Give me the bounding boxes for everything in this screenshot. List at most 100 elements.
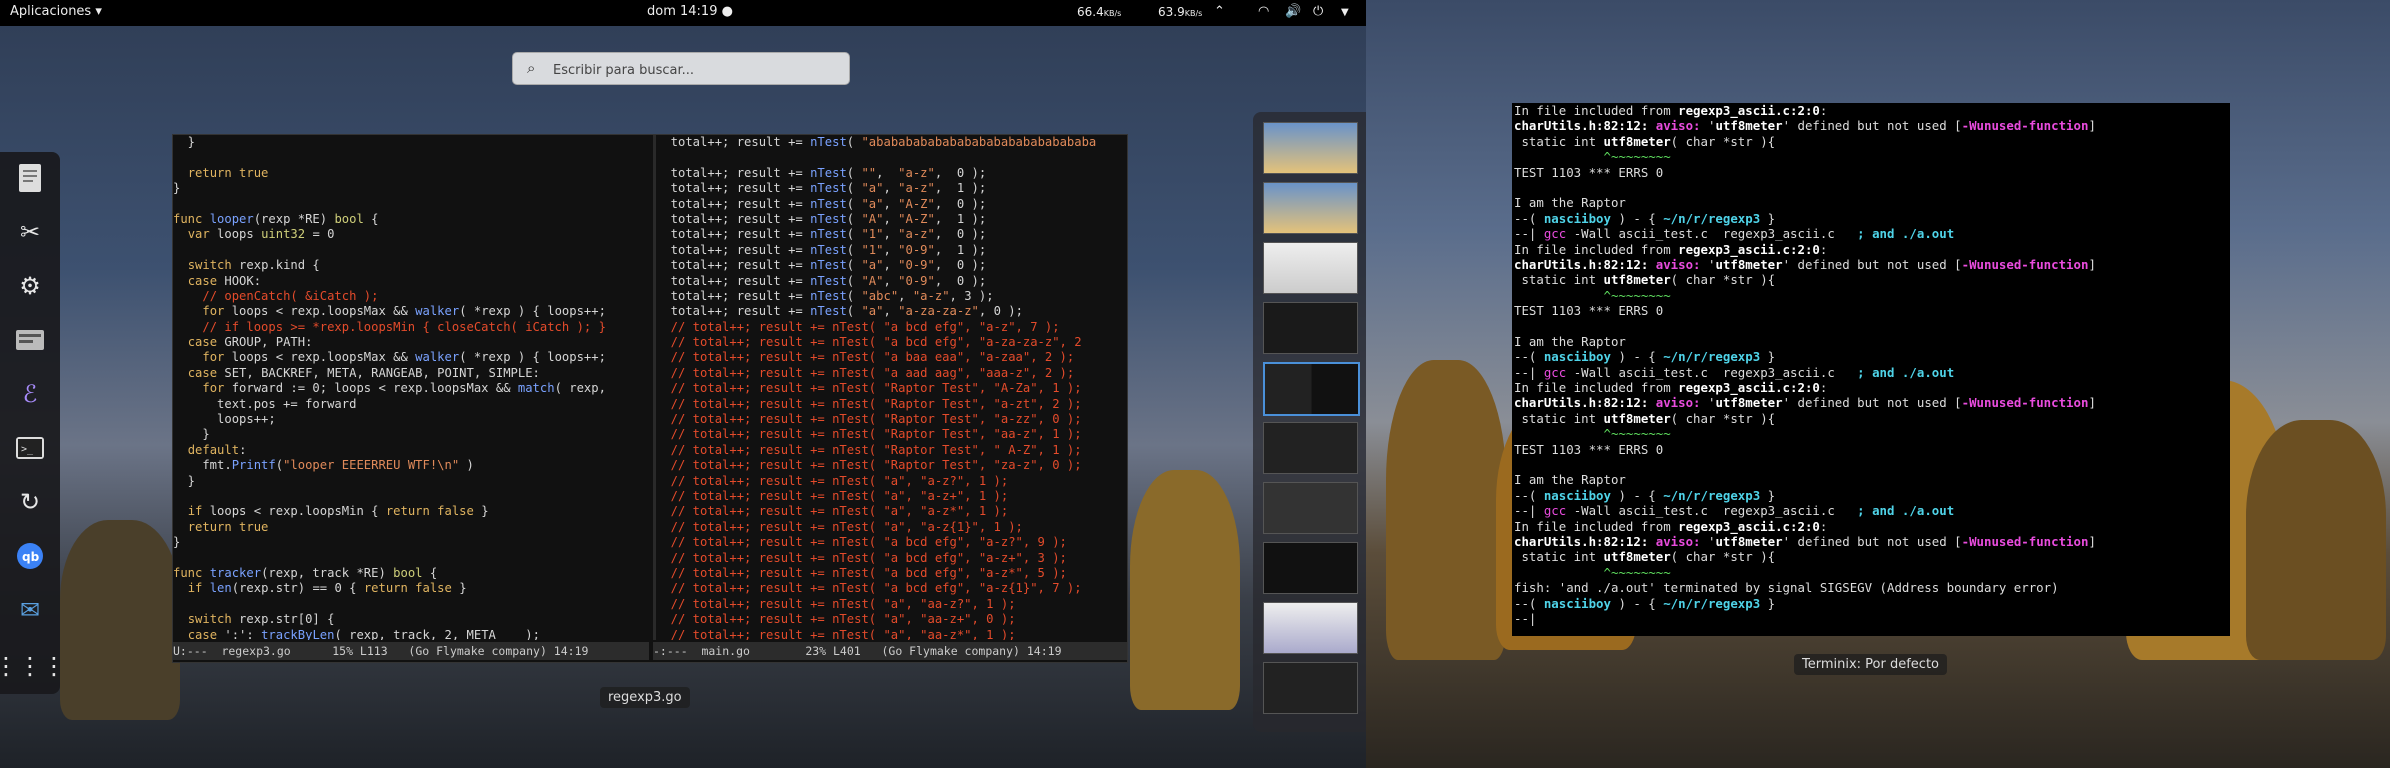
code-line: charUtils.h:82:12: aviso: 'utf8meter' de… bbox=[1512, 257, 2230, 272]
settings-icon[interactable]: ⚙ bbox=[12, 268, 48, 304]
volume-icon[interactable]: 🔊 bbox=[1285, 4, 1301, 19]
workspace-thumb[interactable] bbox=[1263, 422, 1358, 474]
code-token: ~/n/r/regexp3 bbox=[1663, 349, 1761, 365]
code-token: "A" bbox=[861, 211, 884, 226]
code-line: for loops < rexp.loopsMax && walker( *re… bbox=[173, 304, 649, 319]
text-editor-icon[interactable] bbox=[12, 160, 48, 196]
workspace-thumb-active[interactable] bbox=[1263, 362, 1360, 416]
code-token: var bbox=[187, 227, 210, 242]
wifi-icon[interactable]: ◠ bbox=[1258, 4, 1269, 19]
backup-icon[interactable]: ↻ bbox=[12, 484, 48, 520]
workspace-thumb[interactable] bbox=[1263, 242, 1358, 294]
code-line: var loops uint32 = 0 bbox=[173, 227, 649, 242]
chevron-down-icon[interactable]: ▼ bbox=[1341, 7, 1349, 18]
code-token: tracker bbox=[209, 565, 262, 580]
code-line: --( nasciiboy ) - { ~/n/r/regexp3 } bbox=[1512, 596, 2230, 611]
code-line: total++; result += nTest( "a", "a-z", 1 … bbox=[656, 181, 1130, 196]
code-token: // total++; result += nTest( "Raptor Tes… bbox=[656, 442, 1082, 457]
tools-icon[interactable]: ✂ bbox=[12, 214, 48, 250]
workspace-thumb[interactable] bbox=[1263, 662, 1358, 714]
applications-menu[interactable]: Aplicaciones ▾ bbox=[10, 4, 102, 19]
grid-icon[interactable]: ⋮⋮⋮ bbox=[0, 648, 66, 684]
code-token: fish: 'and ./a.out' terminated by signal… bbox=[1514, 580, 2059, 596]
workspace-thumb[interactable] bbox=[1263, 482, 1358, 534]
editor-pane-right[interactable]: total++; result += nTest( "ababababababa… bbox=[653, 135, 1130, 640]
code-token: total++; result += bbox=[656, 273, 811, 288]
qbittorrent-icon[interactable]: qb bbox=[12, 538, 48, 574]
workspace-thumb[interactable] bbox=[1263, 542, 1358, 594]
search-input[interactable] bbox=[551, 59, 835, 81]
code-token: bool bbox=[334, 211, 364, 226]
search-box[interactable]: ⌕ bbox=[512, 52, 850, 85]
code-token: : bbox=[1819, 241, 1828, 257]
code-token: // total++; result += nTest( "a bcd efg"… bbox=[656, 565, 1067, 580]
net-down: 66.4KB/s bbox=[1077, 5, 1121, 19]
code-token: ( bbox=[846, 181, 862, 196]
code-token: , bbox=[883, 211, 899, 226]
code-token: --| bbox=[1514, 226, 1544, 242]
code-line: case ':': trackByLen( rexp, track, 2, ME… bbox=[173, 628, 649, 641]
code-token: // total++; result += nTest( "a", "a-z*"… bbox=[656, 504, 1009, 519]
code-token: charUtils.h:82:12: bbox=[1514, 533, 1656, 549]
code-token: // total++; result += nTest( "a", "a-z+"… bbox=[656, 488, 1009, 503]
code-token: --| bbox=[1514, 503, 1544, 519]
code-token: } bbox=[473, 504, 489, 519]
code-line: total++; result += nTest( "a", "0-9", 0 … bbox=[656, 258, 1130, 273]
code-token: , bbox=[883, 181, 899, 196]
emacs-window[interactable]: } return true} func looper(rexp *RE) bool… bbox=[172, 134, 1128, 663]
tree-shape bbox=[60, 520, 180, 720]
workspace-thumb[interactable] bbox=[1263, 302, 1358, 354]
code-line: for forward := 0; loops < rexp.loopsMax … bbox=[173, 381, 649, 396]
code-token: // total++; result += nTest( "a bcd efg"… bbox=[656, 335, 1082, 350]
code-token: utf8meter bbox=[1603, 410, 1671, 426]
thunderbird-icon[interactable]: ✉ bbox=[12, 592, 48, 628]
code-token: // if loops >= *rexp.loopsMin { closeCat… bbox=[202, 319, 606, 334]
code-line: total++; result += nTest( "1", "a-z", 0 … bbox=[656, 227, 1130, 242]
code-token: , bbox=[883, 227, 899, 242]
code-token: ( bbox=[846, 258, 862, 273]
code-token: gcc bbox=[1543, 503, 1567, 519]
dash-dock: ✂ ⚙ ℰ >_ ↻ qb ✉ ⋮⋮⋮ bbox=[0, 152, 66, 694]
code-line: // total++; result += nTest( "Raptor Tes… bbox=[656, 397, 1130, 412]
code-token: -Wall ascii_test.c regexp3_ascii.c bbox=[1566, 364, 1850, 380]
code-token: total++; result += bbox=[656, 288, 811, 303]
emacs-icon[interactable]: ℰ bbox=[12, 376, 48, 412]
code-token: I am the Raptor bbox=[1514, 195, 1626, 211]
modeline-right: -:--- main.go 23% L401 (Go Flymake compa… bbox=[653, 642, 1127, 660]
code-token: looper bbox=[209, 211, 254, 226]
chevron-up-icon[interactable]: ⌃ bbox=[1214, 4, 1225, 19]
code-token: } bbox=[451, 581, 467, 596]
code-token: ( *rexp ) { loops++; bbox=[459, 350, 606, 365]
clock-text: dom 14:19 bbox=[647, 4, 718, 19]
power-icon[interactable]: ⏻ bbox=[1313, 4, 1323, 19]
code-line: total++; result += nTest( "1", "0-9", 1 … bbox=[656, 243, 1130, 258]
code-token: ( bbox=[846, 304, 862, 319]
modeline-left: U:--- regexp3.go 15% L113 (Go Flymake co… bbox=[173, 642, 649, 660]
code-line: } bbox=[173, 427, 649, 442]
code-line: } bbox=[173, 135, 649, 150]
workspace-thumb[interactable] bbox=[1263, 122, 1358, 174]
terminal-icon[interactable]: >_ bbox=[12, 430, 48, 466]
clock[interactable]: dom 14:19 ● bbox=[647, 4, 733, 19]
code-line: static int utf8meter( char *str ){ bbox=[1512, 272, 2230, 287]
code-token: // total++; result += nTest( "a bcd efg"… bbox=[656, 535, 1067, 550]
code-token: "a-z" bbox=[912, 288, 950, 303]
code-line: I am the Raptor bbox=[1512, 334, 2230, 349]
workspace-thumb[interactable] bbox=[1263, 182, 1358, 234]
code-token: "A-Z" bbox=[898, 196, 935, 211]
code-line: // total++; result += nTest( "a bcd efg"… bbox=[656, 551, 1130, 566]
code-token: "a" bbox=[861, 196, 884, 211]
code-token: "A" bbox=[861, 273, 884, 288]
code-token: ' defined but not used [ bbox=[1782, 256, 1962, 272]
files-icon[interactable] bbox=[12, 322, 48, 358]
editor-pane-left[interactable]: } return true} func looper(rexp *RE) bool… bbox=[173, 135, 649, 640]
workspace-thumb[interactable] bbox=[1263, 602, 1358, 654]
terminal-window[interactable]: In file included from regexp3_ascii.c:2:… bbox=[1512, 103, 2230, 636]
code-token: ( char *str ){ bbox=[1670, 272, 1776, 288]
code-token: func bbox=[173, 211, 210, 226]
code-token: ^~~~~~~~~ bbox=[1514, 564, 1671, 580]
